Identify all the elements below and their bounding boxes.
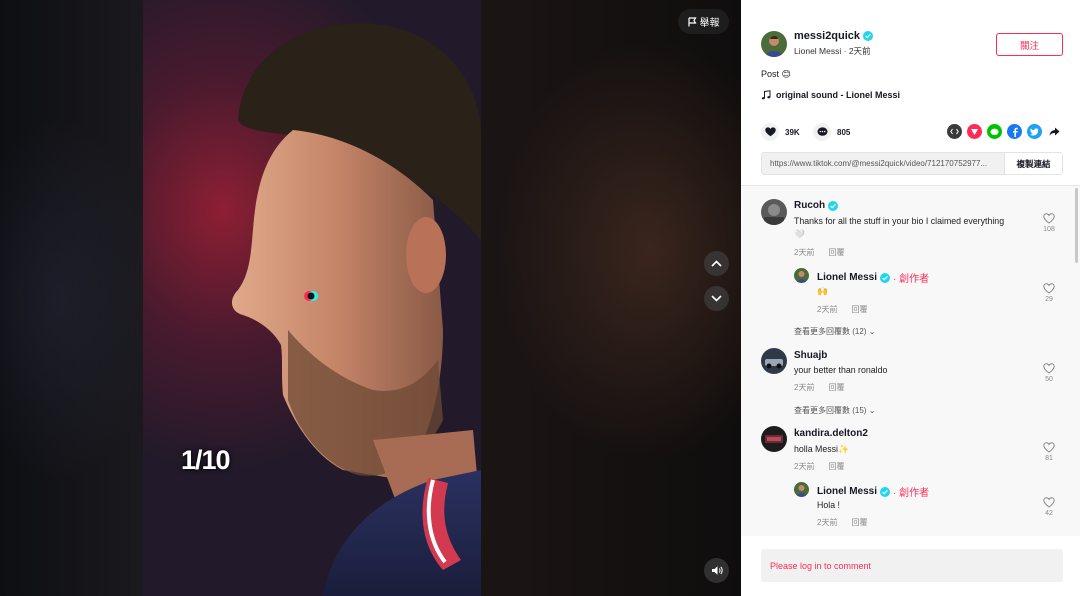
- reply-like-count: 42: [1045, 510, 1053, 517]
- comment-time: 2天前: [794, 383, 815, 392]
- creator-badge: · 創作者: [893, 488, 930, 499]
- author-header: messi2quick Lionel Messi · 2天前: [761, 30, 874, 57]
- reply-button[interactable]: 回覆: [851, 518, 867, 527]
- view-more-replies[interactable]: 查看更多回覆數 (15) ⌄: [794, 405, 875, 416]
- heart-outline-icon: [1043, 363, 1055, 374]
- comment-like[interactable]: 108: [1039, 213, 1059, 233]
- report-button[interactable]: 舉報: [678, 9, 729, 34]
- heart-outline-icon: [1043, 442, 1055, 453]
- comment-text: your better than ronaldo: [794, 365, 888, 375]
- comment-count: 805: [837, 127, 851, 137]
- previous-video-button[interactable]: [704, 251, 729, 276]
- commenter-avatar[interactable]: [761, 426, 787, 452]
- post-time: 2天前: [848, 46, 871, 56]
- reply-button[interactable]: 回覆: [851, 305, 867, 314]
- reply-meta: 2天前 回覆: [817, 517, 867, 528]
- author-username[interactable]: messi2quick: [794, 30, 860, 42]
- reply-text: Hola !: [817, 500, 840, 510]
- share-link-text[interactable]: https://www.tiktok.com/@messi2quick/vide…: [762, 159, 1004, 168]
- commenter-avatar[interactable]: [761, 348, 787, 374]
- tiktok-logo-icon: [303, 289, 319, 301]
- reply-button[interactable]: 回覆: [828, 248, 844, 257]
- follow-button[interactable]: 關注: [996, 33, 1063, 56]
- reply-username[interactable]: Lionel Messi · 創作者: [817, 484, 929, 499]
- share-arrow-icon[interactable]: [1047, 124, 1062, 139]
- verified-badge-icon: [828, 200, 839, 211]
- comment-text: Thanks for all the stuff in your bio I c…: [794, 216, 1005, 226]
- video-details-panel: messi2quick Lionel Messi · 2天前 關注 Post 😊…: [741, 0, 1080, 596]
- next-video-button[interactable]: [704, 286, 729, 311]
- comment-like-count: 81: [1045, 455, 1053, 462]
- like-stat[interactable]: 39K: [761, 123, 800, 141]
- video-player[interactable]: 1/10 舉報: [0, 0, 741, 596]
- reply-avatar[interactable]: [794, 268, 809, 283]
- heart-icon: [761, 123, 779, 141]
- chevron-down-icon: ⌄: [868, 406, 876, 415]
- flag-icon: [687, 16, 697, 26]
- slide-counter: 1/10: [181, 445, 231, 475]
- speaker-icon: [711, 566, 723, 575]
- report-label: 舉報: [699, 18, 720, 29]
- verified-badge-icon: [880, 486, 891, 497]
- music-link[interactable]: original sound - Lionel Messi: [761, 90, 900, 100]
- comment-time: 2天前: [794, 248, 815, 257]
- author-display-name: Lionel Messi: [794, 46, 842, 56]
- creator-badge: · 創作者: [893, 274, 930, 285]
- verified-badge-icon: [880, 272, 891, 283]
- verified-badge-icon: [863, 31, 874, 41]
- comment-text: holla Messi✨: [794, 444, 849, 454]
- music-title: original sound - Lionel Messi: [776, 90, 901, 100]
- reply-like[interactable]: 42: [1039, 497, 1059, 517]
- comment-text-emoji: 🤍: [794, 229, 805, 239]
- send-to-friends-icon[interactable]: [967, 124, 982, 139]
- music-note-icon: [761, 90, 771, 100]
- share-options: [947, 124, 1062, 139]
- share-link-row: https://www.tiktok.com/@messi2quick/vide…: [761, 152, 1063, 175]
- comment-like-count: 50: [1045, 376, 1053, 383]
- line-icon[interactable]: [987, 124, 1002, 139]
- twitter-icon[interactable]: [1027, 124, 1042, 139]
- embed-icon[interactable]: [947, 124, 962, 139]
- comment-like-count: 108: [1043, 226, 1055, 233]
- heart-outline-icon: [1043, 283, 1055, 294]
- volume-button[interactable]: [704, 558, 729, 583]
- post-caption: Post 😊: [761, 69, 791, 79]
- comment-username[interactable]: kandira.delton2: [794, 428, 868, 439]
- reply-like-count: 29: [1045, 296, 1053, 303]
- reply-time: 2天前: [817, 305, 838, 314]
- reply-text: 🙌: [817, 286, 828, 296]
- comment-meta: 2天前 回覆: [794, 247, 844, 258]
- copy-link-button[interactable]: 複製連結: [1004, 153, 1062, 174]
- reply-button[interactable]: 回覆: [828, 383, 844, 392]
- reply-meta: 2天前 回覆: [817, 304, 867, 315]
- reply-button[interactable]: 回覆: [828, 462, 844, 471]
- comment-icon: [813, 123, 831, 141]
- comment-username[interactable]: Rucoh: [794, 200, 839, 211]
- heart-outline-icon: [1043, 213, 1055, 224]
- like-count: 39K: [785, 127, 800, 137]
- chevron-up-icon: [711, 260, 722, 267]
- commenter-avatar[interactable]: [761, 199, 787, 225]
- login-to-comment[interactable]: Please log in to comment: [761, 549, 1063, 582]
- comment-like[interactable]: 81: [1039, 442, 1059, 462]
- facebook-icon[interactable]: [1007, 124, 1022, 139]
- author-avatar[interactable]: [761, 30, 787, 57]
- view-more-replies[interactable]: 查看更多回覆數 (12) ⌄: [794, 326, 875, 337]
- reply-like[interactable]: 29: [1039, 283, 1059, 303]
- reply-time: 2天前: [817, 518, 838, 527]
- comment-username[interactable]: Shuajb: [794, 350, 827, 361]
- comment-meta: 2天前 回覆: [794, 461, 844, 472]
- comment-list[interactable]: Rucoh Thanks for all the stuff in your b…: [741, 185, 1080, 536]
- comment-stat[interactable]: 805: [813, 123, 850, 141]
- comment-time: 2天前: [794, 462, 815, 471]
- reply-avatar[interactable]: [794, 482, 809, 497]
- comment-like[interactable]: 50: [1039, 363, 1059, 383]
- reply-username[interactable]: Lionel Messi · 創作者: [817, 270, 929, 285]
- comment-scrollbar[interactable]: [1075, 188, 1078, 263]
- comment-meta: 2天前 回覆: [794, 382, 844, 393]
- chevron-down-icon: [711, 295, 722, 302]
- heart-outline-icon: [1043, 497, 1055, 508]
- chevron-down-icon: ⌄: [868, 327, 876, 336]
